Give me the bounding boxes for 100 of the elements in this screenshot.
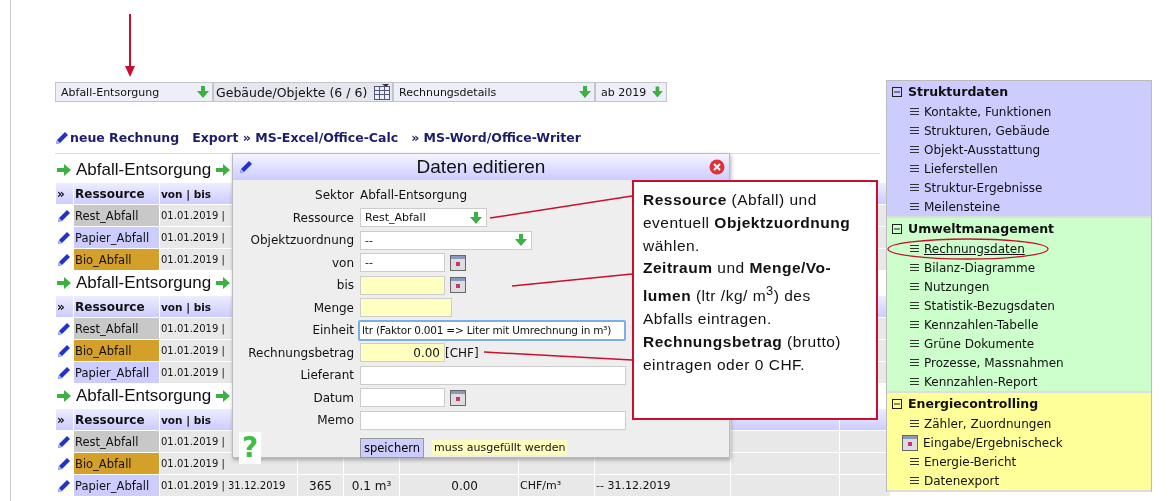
dropdown[interactable]: Rest_Abfall	[360, 208, 487, 228]
dropdown[interactable]: ltr (Faktor 0.001 => Liter mit Umrechnung in m³)	[358, 319, 626, 341]
field-value: Abfall-Entsorgung	[360, 188, 468, 203]
dropdown[interactable]: Abfall-Entsorgung	[55, 82, 213, 102]
pencil-icon[interactable]	[57, 478, 71, 493]
group-title: Abfall-Entsorgung	[76, 160, 212, 180]
menu-item[interactable]: Rechnungsdaten	[924, 241, 1025, 256]
field-label: Einheit	[311, 322, 354, 339]
table-cell: CHF/m³	[520, 479, 562, 492]
resource-cell: Papier_Abfall	[74, 475, 159, 496]
calendar-icon	[902, 434, 918, 451]
menu-item[interactable]: Grüne Dokumente	[924, 336, 1035, 351]
callout-text: Rechnungsbetrag (brutto) eintragen oder 0 CHF.	[643, 331, 843, 375]
menu-item[interactable]: Strukturen, Gebäude	[924, 123, 1050, 138]
calendar-icon[interactable]	[450, 389, 466, 406]
menu-item[interactable]: Eingabe/Ergebnischeck	[923, 435, 1063, 450]
column-header[interactable]: »	[56, 296, 73, 317]
amount-field[interactable]: 0.00	[360, 343, 445, 363]
pencil-icon[interactable]	[57, 230, 71, 245]
menu-icon	[910, 127, 919, 134]
input-field[interactable]	[360, 298, 452, 318]
pencil-icon[interactable]	[55, 130, 69, 145]
input-field[interactable]	[360, 365, 626, 385]
menu-item[interactable]: Prozesse, Massnahmen	[924, 355, 1064, 370]
input-field[interactable]	[360, 410, 626, 430]
table-cell: 01.01.2019 |	[161, 367, 225, 378]
resource-cell: Rest_Abfall	[74, 318, 159, 339]
menu-item[interactable]: Energie-Bericht	[924, 454, 1017, 469]
pencil-icon[interactable]	[57, 365, 71, 380]
menu-item[interactable]: Objekt-Ausstattung	[924, 142, 1041, 157]
link[interactable]: neue Rechnung	[55, 130, 180, 145]
collapse-icon[interactable]	[892, 398, 902, 409]
menu-item[interactable]: Lieferstellen	[924, 161, 998, 176]
pencil-icon[interactable]	[57, 343, 71, 358]
field-label: bis	[335, 277, 354, 294]
date-field[interactable]	[360, 275, 445, 295]
pencil-icon[interactable]	[57, 456, 71, 471]
menu-icon	[910, 340, 919, 347]
menu-icon	[910, 302, 919, 309]
resource-cell: Bio_Abfall	[74, 453, 159, 474]
resource-cell: Rest_Abfall	[74, 431, 159, 452]
table-icon	[374, 84, 390, 100]
pencil-icon[interactable]	[239, 160, 253, 174]
calendar-icon[interactable]	[450, 277, 466, 294]
filter-button[interactable]: Gebäude/Objekte (6 / 6)	[213, 82, 393, 102]
pencil-icon[interactable]	[57, 321, 71, 336]
column-header[interactable]: Ressource	[74, 409, 159, 430]
menu-item[interactable]: Bilanz-Diagramme	[924, 260, 1036, 275]
menu-item[interactable]: Datenexport	[924, 473, 1000, 488]
callout-text: Ressource (Abfall) und eventuell Objektzuordnung wählen.	[643, 190, 852, 256]
calendar-icon[interactable]	[450, 254, 466, 271]
column-header[interactable]: »	[56, 409, 73, 430]
column-header[interactable]: »	[56, 183, 73, 204]
column-header[interactable]: Ressource	[74, 183, 159, 204]
menu-icon	[910, 264, 919, 271]
menu-item[interactable]: Kontakte, Funktionen	[924, 104, 1052, 119]
close-icon[interactable]	[709, 159, 725, 175]
date-field[interactable]	[360, 388, 445, 408]
menu-item[interactable]: Struktur-Ergebnisse	[924, 180, 1043, 195]
table-cell: 01.01.2019 |	[161, 232, 225, 243]
section-title[interactable]: Energiecontrolling	[908, 396, 1039, 411]
menu-item[interactable]: Meilensteine	[924, 199, 1001, 214]
menu-icon	[910, 477, 919, 484]
arrow-icon	[216, 390, 231, 402]
menu-icon	[910, 458, 919, 465]
collapse-icon[interactable]	[892, 86, 902, 97]
pencil-icon[interactable]	[57, 434, 71, 449]
table-cell: 01.01.2019 | 31.12.2019	[161, 480, 286, 491]
resource-cell: Papier_Abfall	[74, 227, 159, 248]
link[interactable]: » MS-Word/Office-Writer	[411, 130, 581, 145]
arrow-icon	[57, 390, 71, 402]
dropdown[interactable]: ab 2019	[595, 82, 667, 102]
table-cell: 01.01.2019 |	[161, 458, 225, 469]
menu-item[interactable]: Statistik-Bezugsdaten	[924, 298, 1055, 313]
group-title: Abfall-Entsorgung	[76, 386, 212, 406]
table-cell: 01.01.2019 |	[161, 345, 225, 356]
section-title[interactable]: Umweltmanagement	[908, 221, 1055, 236]
table-cell: 01.01.2019 |	[161, 436, 225, 447]
menu-icon	[910, 203, 919, 210]
table-cell: 0.1 m³	[351, 478, 392, 493]
resource-cell: Rest_Abfall	[74, 205, 159, 226]
link[interactable]: Export » MS-Excel/Office-Calc	[192, 130, 399, 145]
save-button[interactable]: speichern	[360, 437, 425, 458]
down-arrow-icon	[515, 234, 527, 247]
collapse-icon[interactable]	[892, 223, 902, 234]
menu-item[interactable]: Nutzungen	[924, 279, 990, 294]
table-cell: 0.00	[451, 478, 478, 493]
column-header[interactable]: Ressource	[74, 296, 159, 317]
field-label: Ressource	[291, 209, 354, 227]
pencil-icon[interactable]	[57, 208, 71, 223]
menu-item[interactable]: Kennzahlen-Report	[924, 374, 1038, 389]
pencil-icon[interactable]	[57, 252, 71, 267]
date-field[interactable]: --	[360, 253, 445, 273]
menu-icon	[910, 378, 919, 385]
menu-icon	[910, 146, 919, 153]
dropdown[interactable]: --	[360, 230, 532, 250]
menu-item[interactable]: Zähler, Zuordnungen	[924, 416, 1052, 431]
dropdown[interactable]: Rechnungsdetails	[393, 82, 595, 102]
section-title[interactable]: Strukturdaten	[908, 84, 1009, 99]
menu-item[interactable]: Kennzahlen-Tabelle	[924, 317, 1039, 332]
